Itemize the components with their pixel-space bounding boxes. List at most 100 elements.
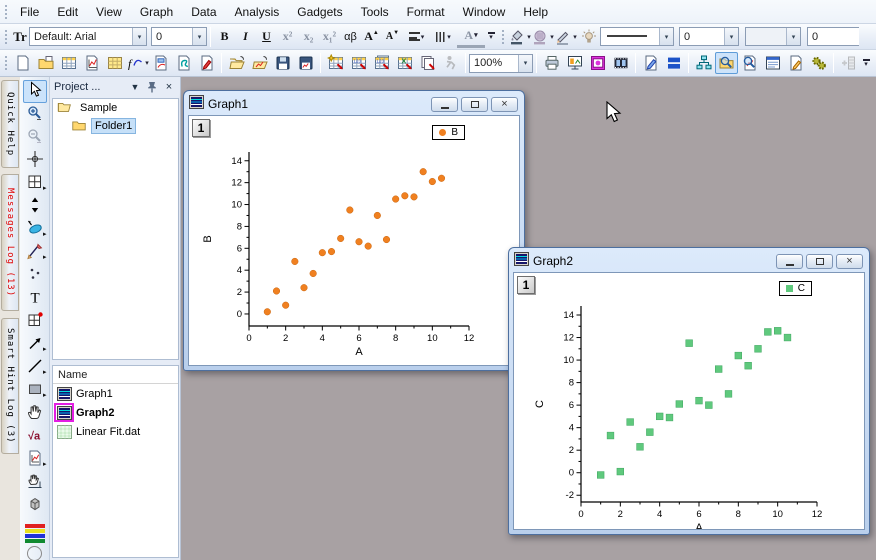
window-titlebar[interactable]: Graph1 × xyxy=(187,94,521,114)
zoom-combo[interactable]: 100% ▾ xyxy=(469,53,533,73)
side-tab-messages-log-13-[interactable]: Messages Log (13) xyxy=(1,174,19,311)
palette-color-bar[interactable] xyxy=(24,529,45,533)
panel-menu-button[interactable]: ▼ xyxy=(128,80,142,94)
new-folder-button[interactable] xyxy=(34,52,57,74)
make-movie-button[interactable] xyxy=(609,52,632,74)
save-button[interactable] xyxy=(271,52,294,74)
border-width-combo[interactable]: 0 xyxy=(807,27,859,46)
line-style-combo[interactable]: ▾ xyxy=(600,27,674,46)
edit-page-button[interactable] xyxy=(639,52,662,74)
graph-window[interactable]: Graph1 × 1 0 2 4 6 8 10 12 0 2 4 6 8 10 12 14 A B B xyxy=(183,90,525,371)
window-titlebar[interactable]: Graph2 × xyxy=(512,251,866,271)
pin-button[interactable] xyxy=(145,80,159,94)
dropdown-arrow-icon[interactable]: ▾ xyxy=(786,28,800,45)
menu-view[interactable]: View xyxy=(87,1,131,23)
menu-file[interactable]: File xyxy=(11,1,48,23)
scale-tool-tool-button[interactable] xyxy=(23,471,47,494)
import-ascii-button[interactable]: 123 xyxy=(347,52,370,74)
batch-import-button[interactable] xyxy=(416,52,439,74)
pattern-combo[interactable]: ▾ xyxy=(745,27,801,46)
dropdown-arrow-icon[interactable]: ▾ xyxy=(132,28,146,45)
dropdown-arrow-icon[interactable]: ▾ xyxy=(724,28,738,45)
restore-button[interactable] xyxy=(806,253,833,269)
color-palette[interactable] xyxy=(24,524,45,543)
menu-format[interactable]: Format xyxy=(398,1,454,23)
increase-font-button[interactable]: A ▲ xyxy=(361,26,382,48)
print-button[interactable] xyxy=(540,52,563,74)
zoom-in-tool-button[interactable] xyxy=(23,103,47,126)
import-wizard-button[interactable] xyxy=(324,52,347,74)
greek-button[interactable]: αβ xyxy=(340,26,361,48)
toolbar-overflow-button[interactable]: ▾ xyxy=(485,27,497,47)
text-tool-tool-button[interactable]: T xyxy=(23,287,47,310)
new-notes-button[interactable] xyxy=(172,52,195,74)
video-player-button[interactable] xyxy=(586,52,609,74)
save-template-button[interactable] xyxy=(294,52,317,74)
tree-item-folder1[interactable]: Folder1 xyxy=(53,117,178,135)
refresh-button[interactable] xyxy=(439,52,462,74)
toolbar-overflow-button[interactable]: ▾ xyxy=(860,53,872,73)
dropdown-arrow-icon[interactable]: ▾ xyxy=(659,28,673,45)
slide-show-button[interactable] xyxy=(563,52,586,74)
minimize-button[interactable] xyxy=(431,96,458,112)
menu-window[interactable]: Window xyxy=(454,1,515,23)
new-workbook-button[interactable] xyxy=(57,52,80,74)
file-item-graph1[interactable]: Graph1 xyxy=(53,384,178,403)
minimize-button[interactable] xyxy=(776,253,803,269)
code-builder-button[interactable] xyxy=(807,52,830,74)
new-layout-button[interactable] xyxy=(149,52,172,74)
standard-toolbar-grip[interactable] xyxy=(3,54,8,72)
import-excel-button[interactable]: X xyxy=(393,52,416,74)
screen-reader-tool-button[interactable] xyxy=(23,149,47,172)
results-log-button[interactable] xyxy=(738,52,761,74)
panel-close-button[interactable]: × xyxy=(162,80,176,94)
subscript-button[interactable]: x₂ xyxy=(298,26,319,48)
arrow-tool-tool-button[interactable]: ▸ xyxy=(23,333,47,356)
side-tab-quick-help[interactable]: Quick Help xyxy=(1,80,19,168)
rectangle-tool-tool-button[interactable]: ▸ xyxy=(23,379,47,402)
highlight-button[interactable] xyxy=(577,26,600,48)
dropdown-arrow-icon[interactable]: ▾ xyxy=(518,54,532,72)
add-columns-button[interactable] xyxy=(837,52,860,74)
font-color-button[interactable]: A ▾ xyxy=(457,26,485,48)
legend[interactable]: B xyxy=(432,125,465,140)
menu-data[interactable]: Data xyxy=(182,1,225,23)
project-folders-button[interactable] xyxy=(692,52,715,74)
graph-canvas[interactable]: 1 0 2 4 6 8 10 12 -2 0 2 4 6 8 10 12 14 A C C xyxy=(513,272,865,534)
new-project-button[interactable] xyxy=(11,52,34,74)
restore-button[interactable] xyxy=(461,96,488,112)
superscript-button[interactable]: x² xyxy=(277,26,298,48)
new-graph-button[interactable] xyxy=(80,52,103,74)
font-combo[interactable]: Default: Arial ▾ xyxy=(29,27,147,46)
bold-button[interactable]: B xyxy=(214,26,235,48)
palette-color-bar[interactable] xyxy=(24,524,45,528)
project-explorer-button[interactable] xyxy=(715,52,738,74)
format-toolbar-grip[interactable] xyxy=(3,27,8,46)
menu-graph[interactable]: Graph xyxy=(131,1,182,23)
layer-badge[interactable]: 1 xyxy=(517,276,535,294)
command-window-button[interactable] xyxy=(784,52,807,74)
file-item-graph2[interactable]: Graph2 xyxy=(53,403,178,422)
new-report-button[interactable] xyxy=(195,52,218,74)
mask-pencil-tool-button[interactable]: ▸ xyxy=(23,241,47,264)
pattern-button[interactable]: ▾ xyxy=(531,26,554,48)
zoom-out-tool-button[interactable] xyxy=(23,126,47,149)
pan-tool-tool-button[interactable] xyxy=(23,402,47,425)
subsuperscript-button[interactable]: x₁² xyxy=(319,26,340,48)
menu-edit[interactable]: Edit xyxy=(48,1,87,23)
menu-help[interactable]: Help xyxy=(514,1,557,23)
insert-graph-tool-button[interactable]: ▸ xyxy=(23,448,47,471)
rect-annotation-tool-button[interactable] xyxy=(23,310,47,333)
line-tool-tool-button[interactable]: ▸ xyxy=(23,356,47,379)
tree-item-sample[interactable]: Sample xyxy=(53,99,178,117)
align-button[interactable]: ▾ xyxy=(403,26,430,48)
distribute-button[interactable]: ▾ xyxy=(430,26,457,48)
line-width-combo[interactable]: 0 ▾ xyxy=(679,27,739,46)
open-button[interactable] xyxy=(225,52,248,74)
menu-tools[interactable]: Tools xyxy=(352,1,398,23)
quad-region-tool-button[interactable]: ▸ xyxy=(23,172,47,195)
palette-color-bar[interactable] xyxy=(24,534,45,538)
palette-circle-icon[interactable] xyxy=(27,546,42,560)
menu-analysis[interactable]: Analysis xyxy=(226,1,289,23)
graph-canvas[interactable]: 1 0 2 4 6 8 10 12 0 2 4 6 8 10 12 14 A B B xyxy=(188,115,520,366)
